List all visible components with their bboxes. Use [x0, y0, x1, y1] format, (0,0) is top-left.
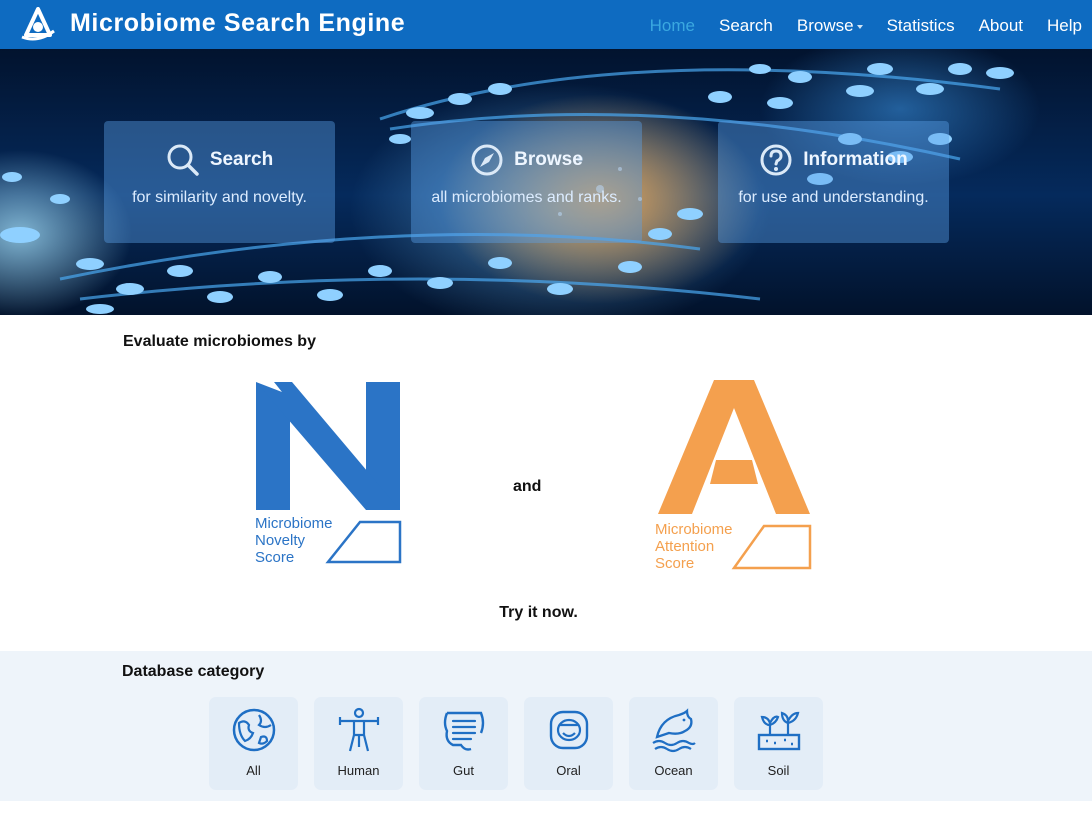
- nav-help[interactable]: Help: [1047, 16, 1082, 36]
- database-category-section: Database category All Human Gut Oral Oce…: [0, 651, 1092, 801]
- category-all[interactable]: All: [209, 697, 298, 790]
- hero-card-information-subtitle: for use and understanding.: [738, 189, 929, 206]
- hero-card-information[interactable]: Information for use and understanding.: [718, 121, 949, 243]
- nav-about[interactable]: About: [979, 16, 1023, 36]
- mouth-icon: [549, 710, 589, 750]
- novelty-logo-line-1: Microbiome: [255, 515, 333, 532]
- caret-down-icon: [856, 24, 863, 29]
- attention-logo-line-1: Microbiome: [655, 521, 733, 538]
- hero-card-browse[interactable]: Browse all microbiomes and ranks.: [411, 121, 642, 243]
- main-nav: Home Search Browse Statistics About Help: [650, 16, 1082, 36]
- nav-browse[interactable]: Browse: [797, 16, 863, 36]
- hero-card-browse-subtitle: all microbiomes and ranks.: [431, 189, 622, 206]
- nav-statistics[interactable]: Statistics: [887, 16, 955, 36]
- category-soil-label: Soil: [767, 763, 790, 778]
- human-icon: [338, 707, 380, 752]
- hero-card-browse-head: Browse: [411, 143, 642, 177]
- try-it-now-link[interactable]: Try it now.: [0, 604, 1077, 622]
- category-ocean[interactable]: Ocean: [629, 697, 718, 790]
- novelty-logo-line-2: Novelty: [255, 532, 306, 549]
- category-oral-label: Oral: [556, 763, 581, 778]
- hero-card-search[interactable]: Search for similarity and novelty.: [104, 121, 335, 243]
- nav-search[interactable]: Search: [719, 16, 773, 36]
- hero-card-information-title: Information: [803, 149, 908, 170]
- brand-title[interactable]: Microbiome Search Engine: [70, 9, 405, 38]
- evaluate-title: Evaluate microbiomes by: [123, 333, 316, 350]
- sprout-icon: [757, 711, 801, 751]
- attention-logo-caption: Microbiome Attention Score: [655, 521, 733, 572]
- nav-browse-label: Browse: [796, 16, 854, 35]
- category-soil[interactable]: Soil: [734, 697, 823, 790]
- hero-card-browse-title: Browse: [514, 149, 583, 170]
- category-all-label: All: [246, 763, 261, 778]
- hero-card-search-head: Search: [104, 143, 335, 177]
- attention-logo-line-3: Score: [655, 555, 695, 572]
- category-gut[interactable]: Gut: [419, 697, 508, 790]
- hero-card-information-head: Information: [718, 143, 949, 177]
- brand-logo-icon[interactable]: [20, 7, 56, 41]
- attention-logo-line-2: Attention: [655, 538, 715, 555]
- hero-banner: Search for similarity and novelty. Brows…: [0, 49, 1092, 315]
- category-gut-label: Gut: [453, 763, 474, 778]
- category-oral[interactable]: Oral: [524, 697, 613, 790]
- hero-card-search-title: Search: [209, 149, 274, 170]
- top-navbar: Microbiome Search Engine Home Search Bro…: [0, 0, 1092, 49]
- gut-icon: [443, 711, 485, 751]
- question-icon: [760, 144, 792, 176]
- novelty-logo-line-3: Score: [255, 549, 295, 566]
- compass-icon: [471, 144, 503, 176]
- hero-card-search-subtitle: for similarity and novelty.: [132, 189, 307, 206]
- category-human[interactable]: Human: [314, 697, 403, 790]
- globe-icon: [232, 708, 276, 752]
- category-human-label: Human: [337, 763, 380, 778]
- nav-home[interactable]: Home: [650, 16, 695, 36]
- database-category-title: Database category: [122, 663, 265, 680]
- category-ocean-label: Ocean: [654, 763, 693, 778]
- novelty-logo-caption: Microbiome Novelty Score: [255, 515, 333, 566]
- and-text: and: [513, 478, 542, 495]
- search-icon: [167, 144, 199, 176]
- dolphin-icon: [652, 708, 696, 753]
